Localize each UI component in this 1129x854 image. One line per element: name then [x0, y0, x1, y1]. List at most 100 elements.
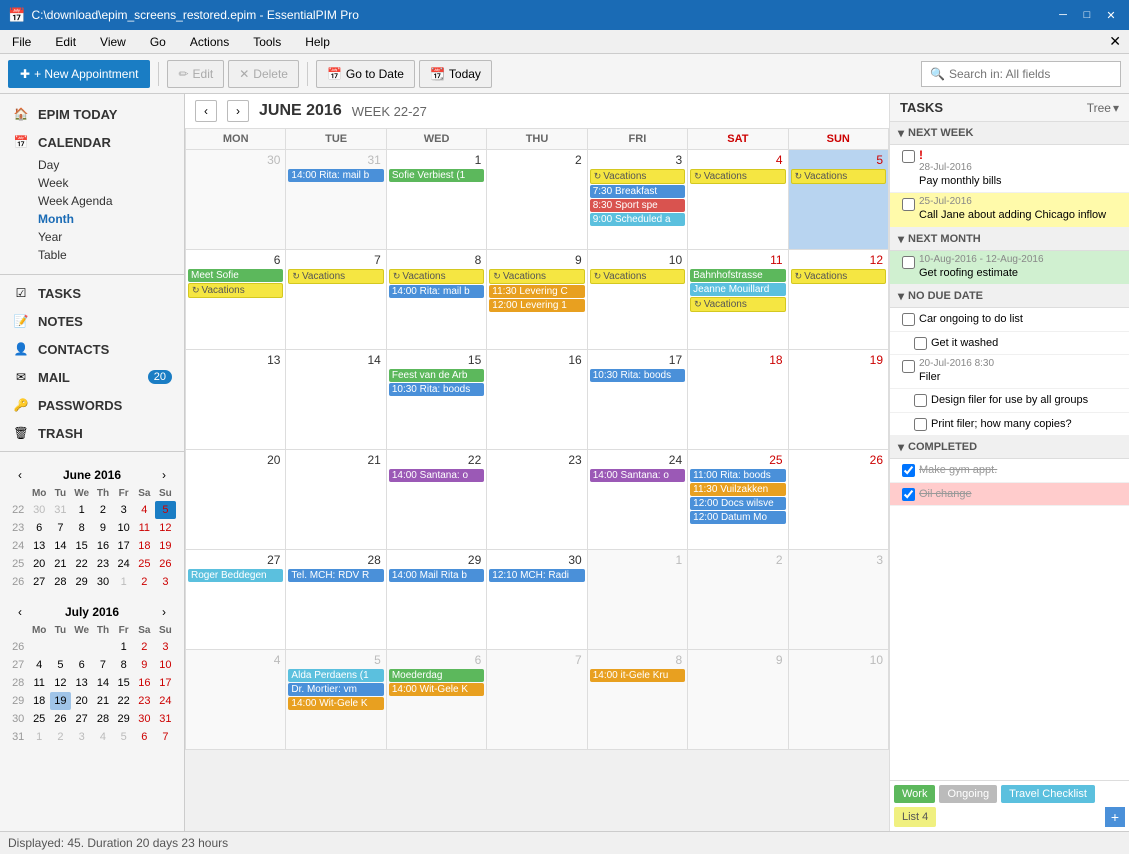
- sidebar-item-epim-today[interactable]: 🏠 EPIM TODAY: [0, 100, 184, 128]
- mini-cal-day[interactable]: 8: [113, 656, 133, 674]
- calendar-event[interactable]: Dr. Mortier: vm: [288, 683, 383, 696]
- mini-cal-day[interactable]: 1: [71, 501, 93, 519]
- mini-cal-day[interactable]: 20: [28, 555, 50, 573]
- task-item[interactable]: Get it washed: [890, 332, 1129, 355]
- calendar-cell[interactable]: 23: [487, 450, 587, 550]
- calendar-event[interactable]: 11:30 Levering C: [489, 285, 584, 298]
- calendar-cell[interactable]: 30: [186, 150, 286, 250]
- calendar-cell[interactable]: 3012:10 MCH: Radi: [487, 550, 587, 650]
- mini-cal-day[interactable]: 29: [71, 573, 93, 591]
- sidebar-item-mail[interactable]: ✉ MAIL 20: [0, 363, 184, 391]
- task-section-header[interactable]: ▾ NEXT WEEK: [890, 122, 1129, 145]
- calendar-event[interactable]: 14:00 Santana: o: [389, 469, 484, 482]
- calendar-cell[interactable]: 2: [487, 150, 587, 250]
- task-item[interactable]: Make gym appt.: [890, 459, 1129, 482]
- mini-cal-day[interactable]: 8: [71, 519, 93, 537]
- calendar-cell[interactable]: 15Feest van de Arb10:30 Rita: boods: [387, 350, 487, 450]
- new-appointment-button[interactable]: ✚ + New Appointment: [8, 60, 150, 88]
- search-input[interactable]: [949, 67, 1112, 81]
- calendar-event[interactable]: Bahnhofstrasse: [690, 269, 785, 282]
- mini-cal-day[interactable]: 30: [93, 573, 114, 591]
- calendar-event[interactable]: Vacations: [791, 169, 886, 184]
- mini-cal-prev[interactable]: ‹: [12, 603, 28, 621]
- mini-cal-day[interactable]: 14: [50, 537, 71, 555]
- sidebar-item-trash[interactable]: 🗑 TRASH: [0, 419, 184, 447]
- task-item[interactable]: Design filer for use by all groups: [890, 389, 1129, 412]
- mini-cal-day[interactable]: 1: [113, 573, 133, 591]
- task-item[interactable]: 25-Jul-2016Call Jane about adding Chicag…: [890, 193, 1129, 227]
- today-button[interactable]: 📆 Today: [419, 60, 492, 88]
- mini-cal-day[interactable]: 26: [50, 710, 71, 728]
- mini-cal-day[interactable]: 23: [134, 692, 155, 710]
- mini-cal-day[interactable]: 31: [50, 501, 71, 519]
- menu-go[interactable]: Go: [146, 33, 170, 51]
- task-checkbox[interactable]: [902, 464, 915, 477]
- calendar-cell[interactable]: 8Vacations14:00 Rita: mail b: [387, 250, 487, 350]
- calendar-cell[interactable]: 10Vacations: [588, 250, 688, 350]
- mini-cal-day[interactable]: 21: [50, 555, 71, 573]
- mini-cal-day[interactable]: 5: [50, 656, 71, 674]
- calendar-cell[interactable]: 6Moederdag14:00 Wit-Gele K: [387, 650, 487, 750]
- mini-cal-day[interactable]: 19: [155, 537, 176, 555]
- calendar-event[interactable]: Vacations: [389, 269, 484, 284]
- calendar-cell[interactable]: 21: [286, 450, 386, 550]
- calendar-event[interactable]: 10:30 Rita: boods: [590, 369, 685, 382]
- mini-cal-day[interactable]: 12: [155, 519, 176, 537]
- mini-cal-day[interactable]: 13: [71, 674, 93, 692]
- mini-cal-day[interactable]: 4: [28, 656, 50, 674]
- calendar-cell[interactable]: 2214:00 Santana: o: [387, 450, 487, 550]
- delete-button[interactable]: ✕ Delete: [228, 60, 299, 88]
- mini-cal-day[interactable]: 12: [50, 674, 71, 692]
- calendar-event[interactable]: Meet Sofie: [188, 269, 283, 282]
- mini-cal-day[interactable]: 15: [71, 537, 93, 555]
- calendar-cell[interactable]: 814:00 it-Gele Kru: [588, 650, 688, 750]
- calendar-cell[interactable]: 16: [487, 350, 587, 450]
- mini-cal-day[interactable]: 16: [93, 537, 114, 555]
- mini-cal-day[interactable]: 9: [134, 656, 155, 674]
- calendar-cell[interactable]: 27Roger Beddegen: [186, 550, 286, 650]
- mini-cal-day[interactable]: 2: [134, 638, 155, 656]
- mini-cal-day[interactable]: 1: [113, 638, 133, 656]
- sidebar-item-tasks[interactable]: ☑ TASKS: [0, 279, 184, 307]
- calendar-cell[interactable]: 1Sofie Verbiest (1: [387, 150, 487, 250]
- mini-cal-day[interactable]: 9: [93, 519, 114, 537]
- mini-cal-day[interactable]: 2: [134, 573, 155, 591]
- task-checkbox[interactable]: [902, 150, 915, 163]
- mini-cal-day[interactable]: 27: [28, 573, 50, 591]
- mini-cal-day[interactable]: 7: [155, 728, 176, 746]
- calendar-cell[interactable]: 2414:00 Santana: o: [588, 450, 688, 550]
- task-item[interactable]: Oil change: [890, 483, 1129, 506]
- mini-cal-day[interactable]: 14: [93, 674, 114, 692]
- mini-cal-day[interactable]: 26: [155, 555, 176, 573]
- calendar-cell[interactable]: 14: [286, 350, 386, 450]
- task-checkbox[interactable]: [902, 256, 915, 269]
- menu-close-btn[interactable]: ✕: [1109, 33, 1121, 50]
- mini-cal-day[interactable]: 22: [71, 555, 93, 573]
- task-item[interactable]: !28-Jul-2016Pay monthly bills: [890, 145, 1129, 193]
- calendar-event[interactable]: 12:00 Docs wilsve: [690, 497, 785, 510]
- calendar-event[interactable]: Vacations: [489, 269, 584, 284]
- calendar-cell[interactable]: 3Vacations7:30 Breakfast8:30 Sport spe9:…: [588, 150, 688, 250]
- calendar-cell[interactable]: 1: [588, 550, 688, 650]
- calendar-cell[interactable]: 1710:30 Rita: boods: [588, 350, 688, 450]
- mini-cal-day[interactable]: 11: [134, 519, 155, 537]
- sidebar-sub-week-agenda[interactable]: Week Agenda: [0, 192, 184, 210]
- mini-cal-day[interactable]: 2: [93, 501, 114, 519]
- mini-cal-day[interactable]: 30: [134, 710, 155, 728]
- task-item[interactable]: 20-Jul-2016 8:30Filer: [890, 355, 1129, 389]
- mini-cal-day[interactable]: 13: [28, 537, 50, 555]
- sidebar-sub-day[interactable]: Day: [0, 156, 184, 174]
- mini-cal-day[interactable]: 6: [71, 656, 93, 674]
- mini-cal-day[interactable]: 20: [71, 692, 93, 710]
- sidebar-sub-table[interactable]: Table: [0, 246, 184, 264]
- sidebar-item-notes[interactable]: 📝 NOTES: [0, 307, 184, 335]
- mini-cal-day[interactable]: [93, 638, 114, 656]
- task-item[interactable]: Print filer; how many copies?: [890, 413, 1129, 436]
- calendar-event[interactable]: 14:00 Rita: mail b: [288, 169, 383, 182]
- calendar-event[interactable]: Vacations: [690, 297, 785, 312]
- mini-cal-day[interactable]: 27: [71, 710, 93, 728]
- mini-cal-day[interactable]: [71, 638, 93, 656]
- menu-edit[interactable]: Edit: [51, 33, 80, 51]
- calendar-cell[interactable]: 2511:00 Rita: boods11:30 Vuilzakken12:00…: [688, 450, 788, 550]
- calendar-cell[interactable]: 3: [789, 550, 889, 650]
